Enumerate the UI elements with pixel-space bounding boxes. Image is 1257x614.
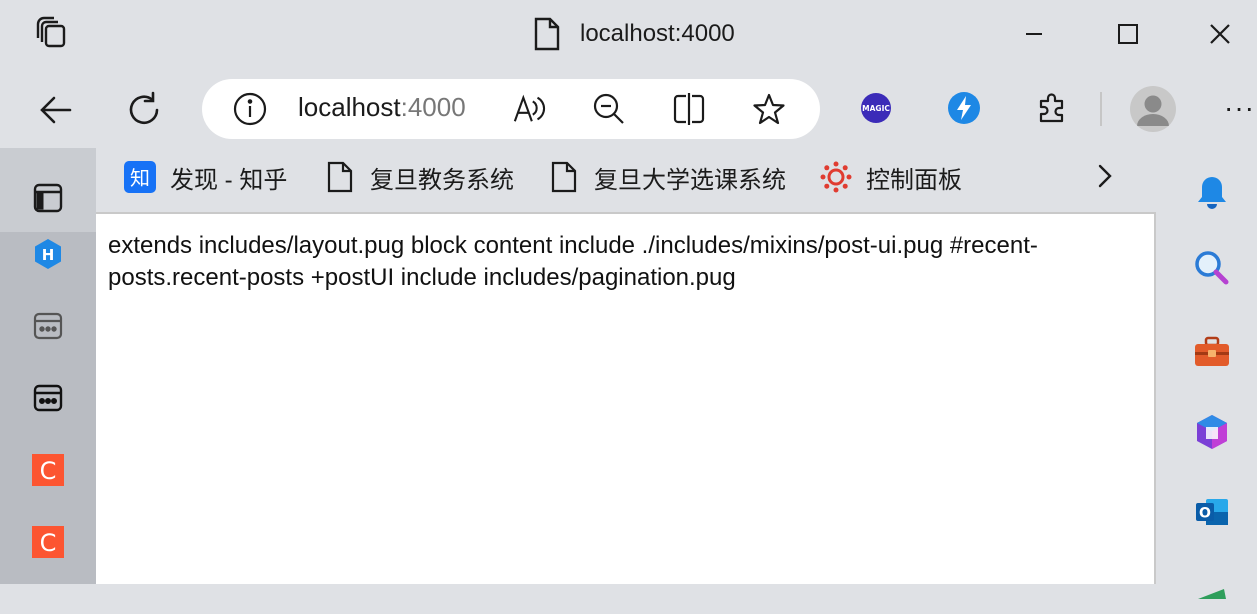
favorite-label: 复旦大学选课系统 [594, 166, 786, 194]
search-icon[interactable] [1190, 246, 1234, 290]
c-app-icon[interactable]: C [30, 452, 66, 488]
toolbar-divider [1100, 92, 1102, 126]
page-document-icon [532, 16, 562, 52]
c-letter: C [40, 529, 57, 557]
c-letter: C [40, 457, 57, 485]
magic-extension-icon[interactable]: MAGIC [856, 88, 896, 128]
favorite-label: 发现 - 知乎 [170, 166, 288, 194]
read-aloud-icon[interactable] [512, 92, 546, 126]
toolbox-icon[interactable] [1190, 330, 1234, 374]
calendar-dots-icon[interactable] [30, 380, 66, 416]
window-title: localhost:4000 [580, 20, 735, 47]
favorite-control-panel[interactable]: 控制面板 [820, 158, 962, 196]
url-host: localhost [298, 92, 401, 122]
outlook-letter: O [1199, 506, 1211, 522]
h-hexagon-icon[interactable]: H [30, 236, 66, 272]
address-bar[interactable] [202, 79, 820, 139]
maximize-button[interactable] [1110, 16, 1146, 52]
magic-label: MAGIC [862, 104, 890, 113]
tab-actions-icon[interactable] [34, 16, 70, 52]
calendar-dots-icon[interactable] [30, 308, 66, 344]
h-letter: H [42, 246, 55, 264]
back-button[interactable] [34, 88, 78, 132]
url-text[interactable]: localhost:4000 [298, 92, 466, 123]
sidebar-app-icon[interactable] [1190, 570, 1234, 614]
page-content: extends includes/layout.pug block conten… [96, 212, 1156, 584]
zhihu-glyph: 知 [130, 166, 150, 190]
page-text: extends includes/layout.pug block conten… [108, 232, 1038, 291]
favorite-label: 复旦教务系统 [370, 166, 514, 194]
close-button[interactable] [1202, 16, 1238, 52]
c-app-icon[interactable]: C [30, 524, 66, 560]
reload-button[interactable] [122, 88, 166, 132]
page-icon [324, 161, 356, 193]
tab-view-icon[interactable] [30, 180, 66, 216]
minimize-button[interactable] [1016, 16, 1052, 52]
favorite-fudan-academic[interactable]: 复旦教务系统 [324, 158, 514, 196]
url-port: :4000 [400, 92, 466, 122]
chevron-right-icon[interactable] [1090, 160, 1120, 192]
zoom-out-icon[interactable] [592, 92, 626, 126]
outlook-icon[interactable]: O [1190, 490, 1234, 534]
more-options-icon[interactable]: ··· [1224, 92, 1255, 124]
lightning-extension-icon[interactable] [944, 88, 984, 128]
canvas-icon [820, 161, 852, 193]
profile-avatar[interactable] [1130, 86, 1176, 132]
bell-icon[interactable] [1190, 170, 1234, 214]
favorite-star-icon[interactable] [752, 92, 786, 126]
favorite-label: 控制面板 [866, 166, 962, 194]
favorite-fudan-course[interactable]: 复旦大学选课系统 [548, 158, 786, 196]
office-icon[interactable] [1190, 410, 1234, 454]
zhihu-icon: 知 [124, 161, 156, 193]
favorite-zhihu[interactable]: 知 发现 - 知乎 [124, 158, 287, 196]
page-icon [548, 161, 580, 193]
site-info-icon[interactable] [233, 92, 267, 126]
extensions-puzzle-icon[interactable] [1032, 88, 1072, 128]
split-screen-icon[interactable] [672, 92, 706, 126]
